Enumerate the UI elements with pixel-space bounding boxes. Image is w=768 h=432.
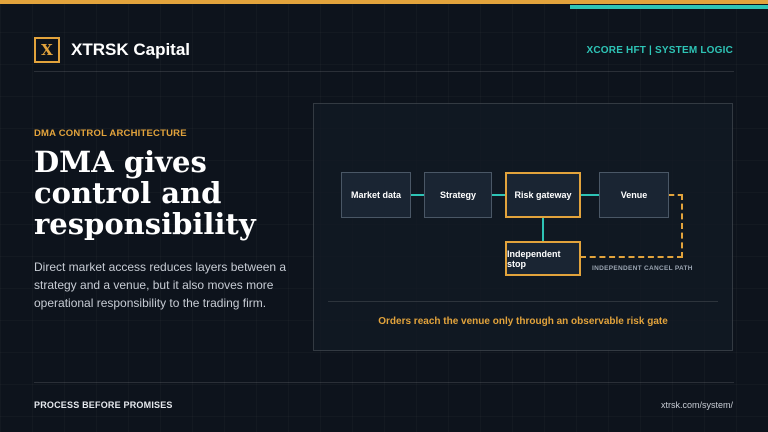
footer-url: xtrsk.com/system/ <box>660 400 733 410</box>
top-accent-bar <box>0 0 768 4</box>
page-title: DMA gives control and responsibility <box>34 145 256 241</box>
footer-divider <box>34 382 734 383</box>
link-strategy-risk <box>492 194 505 196</box>
node-independent-stop: Independent stop <box>505 241 581 276</box>
brand-name: XTRSK Capital <box>71 40 191 59</box>
diagram-caption: Orders reach the venue only through an o… <box>378 316 668 327</box>
header-tag: XCORE HFT | SYSTEM LOGIC <box>586 45 733 56</box>
logo-icon: X <box>34 37 60 63</box>
node-venue: Venue <box>599 172 669 218</box>
section-eyebrow: DMA CONTROL ARCHITECTURE <box>34 128 187 139</box>
link-risk-venue <box>581 194 599 196</box>
dma-diagram-panel: Market data Strategy Risk gateway Venue … <box>313 103 733 351</box>
body-text: Direct market access reduces layers betw… <box>34 260 287 310</box>
footer-tagline: PROCESS BEFORE PROMISES <box>34 400 173 410</box>
header-divider <box>34 71 734 72</box>
link-risk-stop <box>542 218 544 242</box>
cancel-path-label: INDEPENDENT CANCEL PATH <box>592 265 693 272</box>
cancel-path-vertical <box>681 194 683 258</box>
node-risk-gateway: Risk gateway <box>505 172 581 218</box>
cancel-path-bottom <box>580 256 683 258</box>
node-strategy: Strategy <box>424 172 492 218</box>
node-market-data: Market data <box>341 172 411 218</box>
panel-divider <box>328 301 718 302</box>
top-teal-accent <box>570 5 768 9</box>
link-market-strategy <box>411 194 424 196</box>
